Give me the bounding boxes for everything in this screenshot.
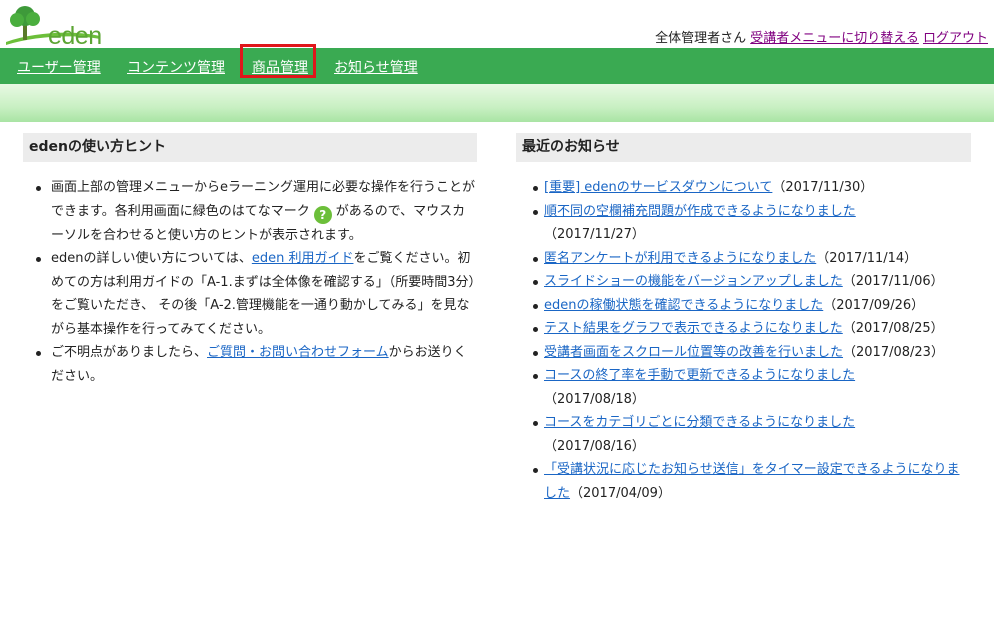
news-date: （2017/08/18） [544,391,645,407]
news-date: （2017/11/14） [816,250,918,266]
news-link[interactable]: コースの終了率を手動で更新できるようになりました [544,368,855,383]
hints-title: edenの使い方ヒント [23,133,477,162]
header: eden 全体管理者さん 受講者メニューに切り替える ログアウト [0,0,994,50]
hints-list: 画面上部の管理メニューからeラーニング運用に必要な操作を行うことができます。各利… [23,176,477,388]
news-date: （2017/09/26） [823,297,925,313]
user-name: 全体管理者さん [655,31,747,46]
news-item: コースをカテゴリごとに分類できるようになりました （2017/08/16） [516,411,971,458]
news-link[interactable]: 匿名アンケートが利用できるようになりました [544,251,816,266]
hint-text: ご不明点がありましたら、 [51,345,208,360]
news-item: edenの稼働状態を確認できるようになりました（2017/09/26） [516,294,971,318]
news-item: コースの終了率を手動で更新できるようになりました （2017/08/18） [516,364,971,411]
news-link[interactable]: [重要] edenのサービスダウンについて [544,180,772,195]
news-panel: 最近のお知らせ [重要] edenのサービスダウンについて（2017/11/30… [516,133,971,505]
contact-form-link[interactable]: ご質問・お問い合わせフォーム [207,345,389,360]
news-date: （2017/11/06） [842,274,944,289]
nav-notice-management[interactable]: お知らせ管理 [334,57,418,77]
eden-logo[interactable]: eden [4,2,104,50]
user-guide-link[interactable]: eden 利用ガイド [252,251,354,266]
news-link[interactable]: 順不同の空欄補充問題が作成できるようになりました [544,204,856,219]
nav-user-management[interactable]: ユーザー管理 [17,57,101,77]
news-date: （2017/04/09） [570,485,671,501]
news-link[interactable]: 受講者画面をスクロール位置等の改善を行いました [544,345,843,360]
news-link[interactable]: コースをカテゴリごとに分類できるようになりました [544,415,855,430]
news-item: テスト結果をグラフで表示できるようになりました（2017/08/25） [516,317,971,341]
help-question-icon: ? [313,205,332,224]
news-link[interactable]: テスト結果をグラフで表示できるようになりました [544,321,843,336]
hint-text: edenの詳しい使い方については、 [51,251,252,266]
switch-to-student-menu-link[interactable]: 受講者メニューに切り替える [750,31,919,46]
news-date: （2017/08/16） [544,438,645,454]
news-date: （2017/08/25） [842,321,944,336]
main-nav: ユーザー管理 コンテンツ管理 商品管理 お知らせ管理 [0,44,994,84]
news-item: 匿名アンケートが利用できるようになりました（2017/11/14） [516,247,971,271]
sub-nav-bar [0,84,994,122]
news-link[interactable]: スライドショーの機能をバージョンアップしました [544,274,843,289]
news-item: 順不同の空欄補充問題が作成できるようになりました （2017/11/27） [516,200,971,247]
hint-item: 画面上部の管理メニューからeラーニング運用に必要な操作を行うことができます。各利… [23,176,477,247]
news-item: 受講者画面をスクロール位置等の改善を行いました（2017/08/23） [516,341,971,365]
news-item: [重要] edenのサービスダウンについて（2017/11/30） [516,176,971,200]
news-item: 「受講状況に応じたお知らせ送信」をタイマー設定できるようになりました（2017/… [516,458,971,505]
logout-link[interactable]: ログアウト [923,31,988,46]
news-date: （2017/08/23） [843,344,944,360]
hints-panel: edenの使い方ヒント 画面上部の管理メニューからeラーニング運用に必要な操作を… [23,133,477,388]
hint-item: ご不明点がありましたら、ご質問・お問い合わせフォームからお送りください。 [23,341,477,388]
highlight-box [240,44,316,78]
logo-text: eden [48,22,102,50]
news-date: （2017/11/30） [772,180,874,195]
user-area: 全体管理者さん 受講者メニューに切り替える ログアウト [655,27,988,46]
nav-content-management[interactable]: コンテンツ管理 [127,57,225,77]
hint-item: edenの詳しい使い方については、eden 利用ガイドをご覧ください。初めての方… [23,247,477,341]
news-item: スライドショーの機能をバージョンアップしました（2017/11/06） [516,270,971,294]
news-link[interactable]: edenの稼働状態を確認できるようになりました [544,298,823,313]
news-title: 最近のお知らせ [516,133,971,162]
news-list: [重要] edenのサービスダウンについて（2017/11/30） 順不同の空欄… [516,176,971,505]
news-date: （2017/11/27） [544,227,645,242]
